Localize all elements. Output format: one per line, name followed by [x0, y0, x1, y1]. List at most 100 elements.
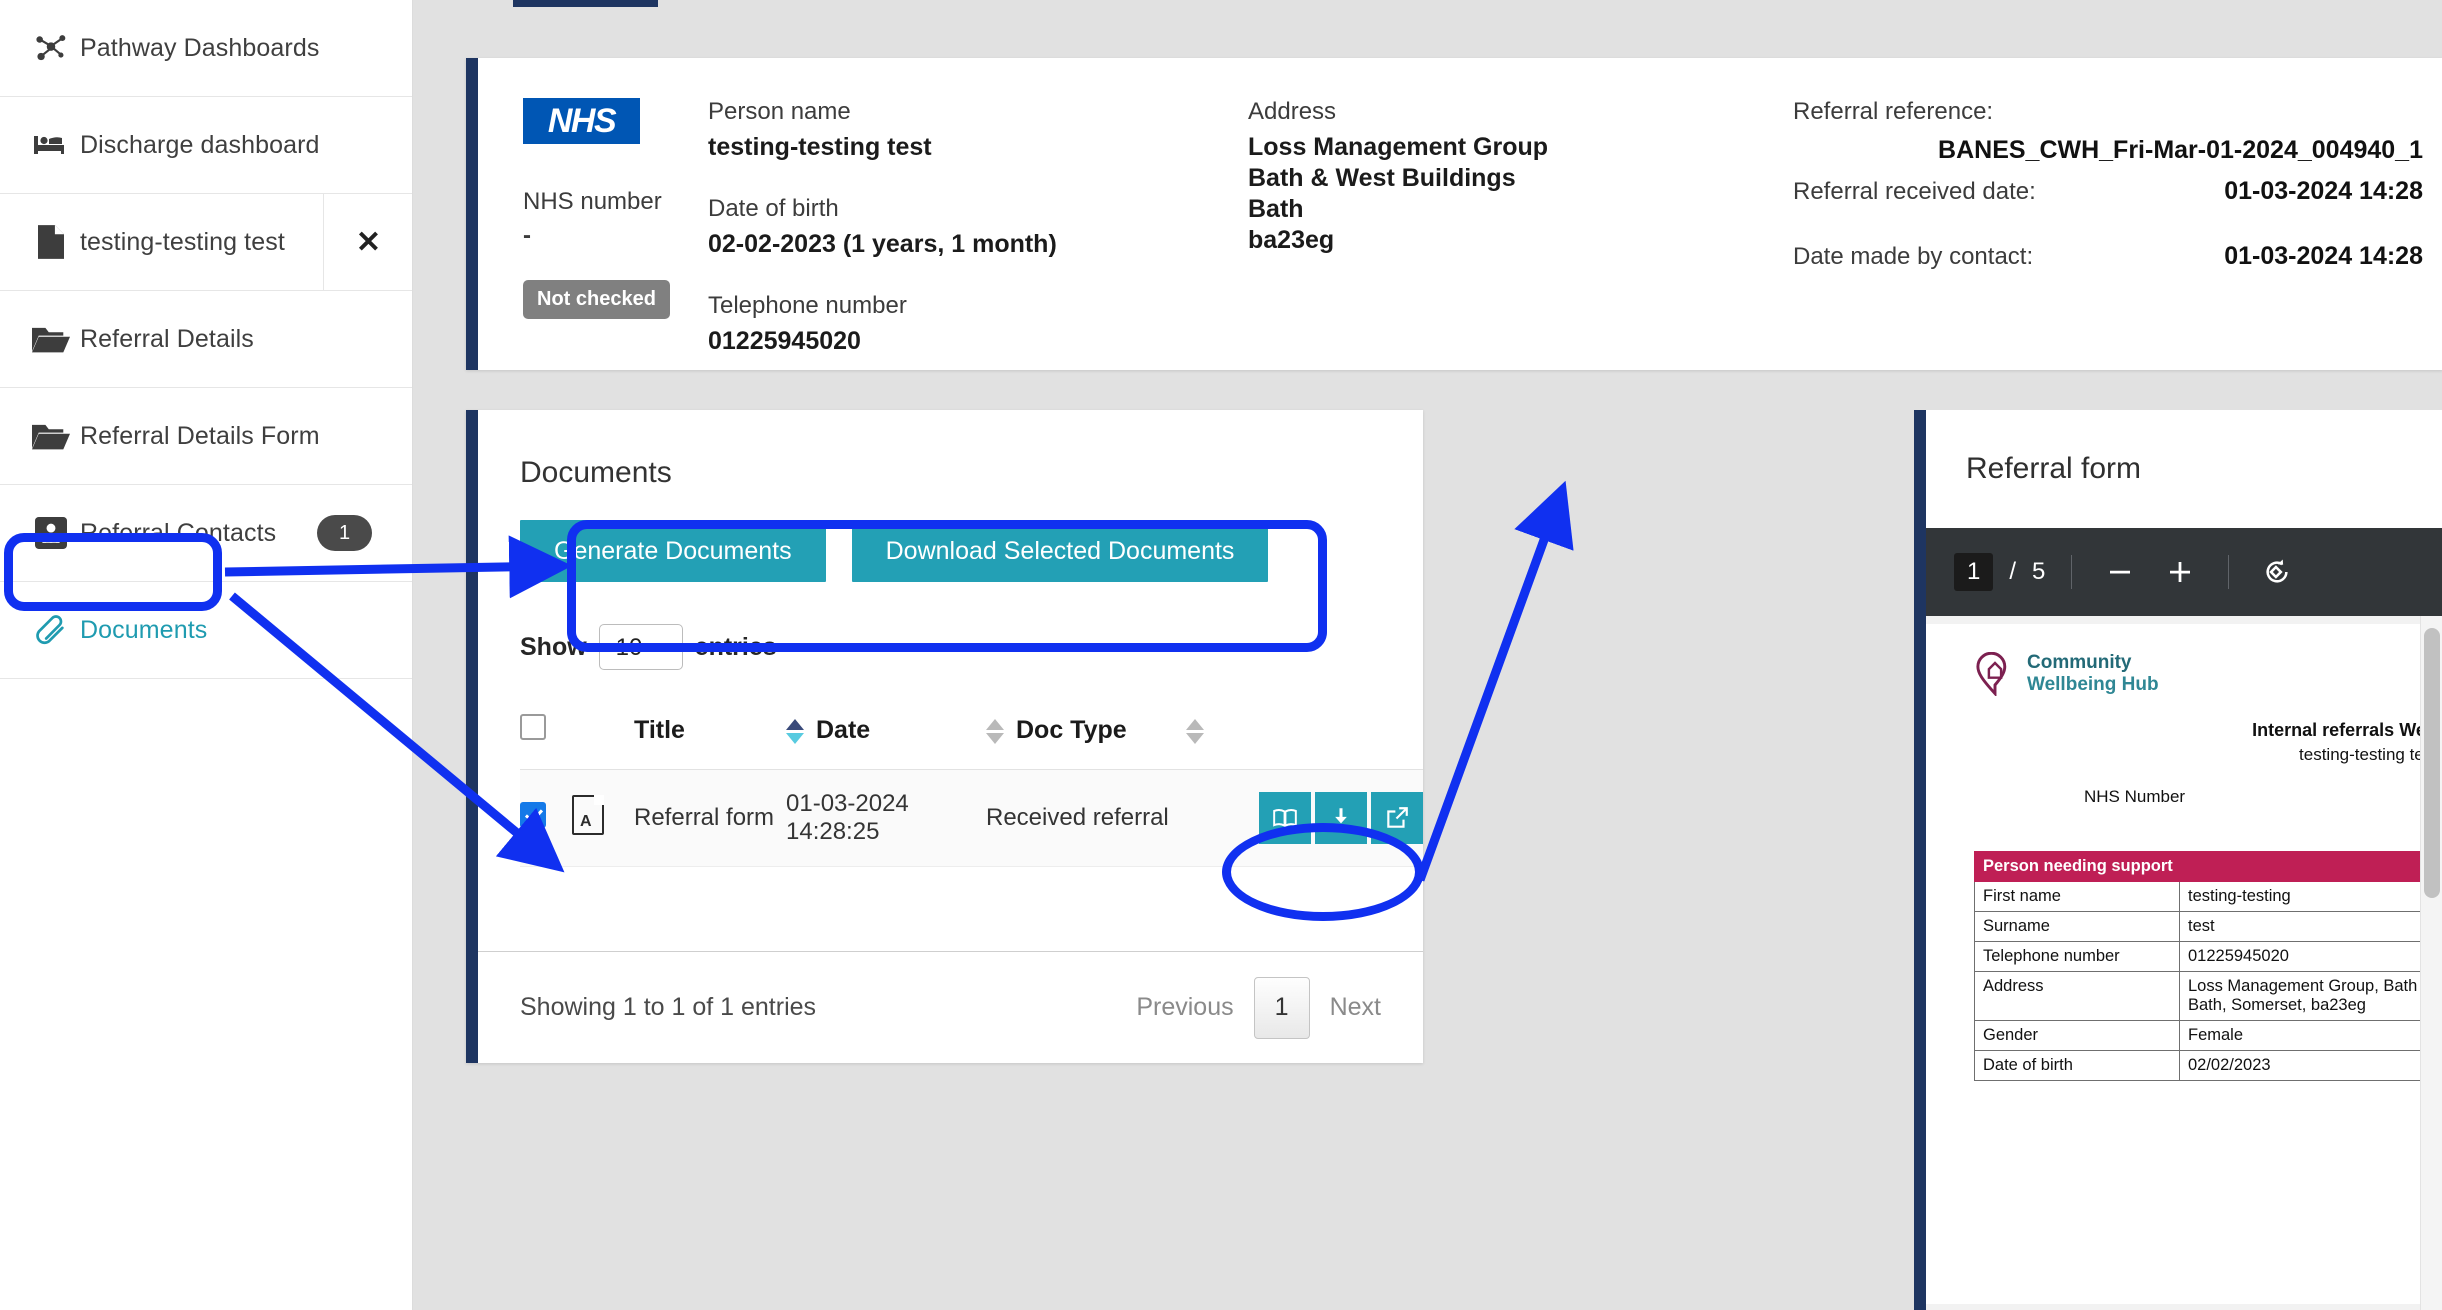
- page-size-select[interactable]: 10 25 50 100: [598, 624, 683, 670]
- referral-reference-label: Referral reference:: [1793, 98, 1994, 125]
- pdf-row-key: First name: [1974, 881, 2180, 913]
- patient-person-column: Person name testing-testing test Date of…: [708, 58, 1248, 370]
- rotate-icon[interactable]: [2255, 556, 2299, 588]
- select-all-checkbox[interactable]: [520, 714, 546, 740]
- pdf-row-key: Telephone number: [1974, 941, 2180, 973]
- page-scrollbar[interactable]: [2420, 616, 2442, 1310]
- download-selected-documents-button[interactable]: Download Selected Documents: [851, 520, 1269, 582]
- sidebar-item-referral-details-form[interactable]: Referral Details Form: [0, 388, 412, 485]
- entries-info: Showing 1 to 1 of 1 entries: [520, 993, 817, 1021]
- table-header-row: Title Date Doc Type: [520, 700, 1423, 770]
- person-name-label: Person name: [708, 98, 851, 125]
- patient-nhs-column: NHS NHS number - Not checked: [478, 58, 708, 370]
- nhs-number-label: NHS number: [523, 188, 662, 215]
- pdf-row-key: Date of birth: [1974, 1050, 2180, 1082]
- sort-indicator-date[interactable]: [786, 718, 804, 744]
- person-name-value: testing-testing test: [708, 133, 932, 161]
- column-header-date[interactable]: Date: [786, 700, 986, 770]
- sidebar-item-label: Pathway Dashboards: [80, 33, 320, 62]
- nhs-logo: NHS: [523, 98, 640, 144]
- column-header-doc-type[interactable]: Doc Type: [986, 700, 1186, 770]
- address-line-2: Bath & West Buildings: [1248, 164, 1516, 192]
- pdf-row-key: Address: [1974, 971, 2180, 1022]
- sidebar-item-testing-testing-test[interactable]: testing-testing test ✕: [0, 193, 413, 291]
- nhs-number-value: -: [523, 222, 531, 249]
- paperclip-icon: [22, 613, 80, 647]
- sort-indicator-actions[interactable]: [1186, 718, 1204, 744]
- sidebar-item-referral-contacts[interactable]: Referral Contacts 1: [0, 485, 412, 582]
- toolbar-divider-2: [2228, 555, 2230, 589]
- status-badge: Not checked: [523, 280, 670, 319]
- community-wellbeing-hub-logo: Community Wellbeing Hub: [1974, 652, 2159, 697]
- sidebar-item-discharge-dashboard[interactable]: Discharge dashboard: [0, 97, 412, 194]
- pdf-table-row: Date of birth 02/02/2023: [1974, 1050, 2442, 1082]
- read-icon-button[interactable]: [1259, 792, 1311, 844]
- sidebar-item-pathway-dashboards[interactable]: Pathway Dashboards: [0, 0, 412, 97]
- file-icon-header: [572, 700, 634, 770]
- sidebar-item-referral-details[interactable]: Referral Details: [0, 291, 412, 388]
- address-line-4: ba23eg: [1248, 226, 1335, 254]
- pdf-person-table: Person needing support First name testin…: [1974, 851, 2442, 1082]
- minus-icon[interactable]: [2098, 557, 2142, 587]
- sidebar-item-label: Referral Contacts: [80, 518, 277, 547]
- patient-referral-column: Referral reference: BANES_CWH_Fri-Mar-01…: [1793, 58, 2442, 370]
- sidebar-filler: [0, 679, 412, 680]
- row-actions-cell: [1186, 769, 1423, 867]
- folder-open-icon: [22, 421, 80, 451]
- contact-card-icon: [22, 517, 80, 549]
- show-label: Show: [520, 632, 587, 661]
- open-external-icon-button[interactable]: [1371, 792, 1423, 844]
- pdf-doc-title: Internal referrals Wellbeing: [2252, 720, 2442, 741]
- toolbar-divider: [2071, 555, 2073, 589]
- sidebar: Pathway Dashboards Discharge dashboard t…: [0, 0, 413, 1310]
- referral-received-label: Referral received date:: [1793, 178, 2036, 205]
- pdf-doc-title-block: Internal referrals Wellbeing testing-tes…: [1974, 720, 2442, 765]
- row-file-icon-cell: [572, 769, 634, 867]
- pdf-current-page[interactable]: 1: [1954, 553, 1994, 591]
- pdf-table-header: Person needing support: [1974, 851, 2442, 883]
- referral-reference-value: BANES_CWH_Fri-Mar-01-2024_004940_1: [1938, 136, 2423, 164]
- documents-card: Documents Generate Documents Download Se…: [466, 410, 1423, 1063]
- download-icon-button[interactable]: [1315, 792, 1367, 844]
- address-label: Address: [1248, 98, 1337, 125]
- sidebar-item-label: Referral Details Form: [80, 421, 320, 450]
- pdf-row-value: 01225945020: [2179, 941, 2442, 973]
- generate-documents-button[interactable]: Generate Documents: [520, 520, 826, 582]
- documents-footer: Showing 1 to 1 of 1 entries Previous 1 N…: [478, 951, 1423, 1063]
- previous-page-button[interactable]: Previous: [1136, 993, 1233, 1022]
- telephone-value: 01225945020: [708, 327, 861, 355]
- main-content: NHS NHS number - Not checked Person name…: [413, 0, 2442, 1310]
- row-select-cell: [520, 769, 572, 867]
- pdf-nhs-number-label: NHS Number: [2084, 787, 2186, 807]
- next-page-button[interactable]: Next: [1330, 993, 1381, 1022]
- pdf-doc-subtitle: testing-testing test: [2299, 745, 2437, 765]
- pdf-preview-panel: Referral form 1 / 5 Community Wellbeing …: [1914, 410, 2442, 1310]
- plus-icon[interactable]: [2158, 557, 2202, 587]
- row-checkbox[interactable]: [520, 801, 546, 828]
- documents-title: Documents: [520, 456, 672, 489]
- pdf-doc-ids: NHS Number Date of Birth 02/02/2023: [1974, 787, 2442, 831]
- network-nodes-icon: [22, 31, 80, 65]
- patient-address-column: Address Loss Management Group Bath & Wes…: [1248, 58, 1793, 370]
- column-header-title[interactable]: Title: [634, 700, 786, 770]
- scrollbar-thumb[interactable]: [2424, 628, 2440, 898]
- page-1-button[interactable]: 1: [1253, 976, 1310, 1039]
- pdf-row-value: test: [2179, 911, 2442, 943]
- top-tab-indicator: [513, 0, 658, 7]
- row-title: Referral form: [634, 769, 786, 867]
- pdf-row-key: Gender: [1974, 1020, 2180, 1052]
- table-row[interactable]: Referral form 01-03-2024 14:28:25 Receiv…: [520, 769, 1423, 867]
- pdf-toolbar: 1 / 5: [1926, 528, 2442, 616]
- hospital-bed-icon: [22, 130, 80, 160]
- folder-open-icon: [22, 324, 80, 354]
- close-tab-button[interactable]: ✕: [323, 193, 413, 291]
- telephone-label: Telephone number: [708, 292, 907, 319]
- pdf-row-value: 02/02/2023: [2179, 1050, 2442, 1082]
- brand-line-1: Community: [2027, 652, 2132, 673]
- patient-header-card: NHS NHS number - Not checked Person name…: [466, 58, 2442, 370]
- pdf-document-view[interactable]: Community Wellbeing Hub NHS Internal ref…: [1926, 616, 2442, 1310]
- row-doc-type: Received referral: [986, 769, 1186, 867]
- pdf-table-row: First name testing-testing: [1974, 881, 2442, 913]
- sidebar-item-documents[interactable]: Documents: [0, 582, 412, 679]
- sort-indicator-doctype[interactable]: [986, 718, 1004, 744]
